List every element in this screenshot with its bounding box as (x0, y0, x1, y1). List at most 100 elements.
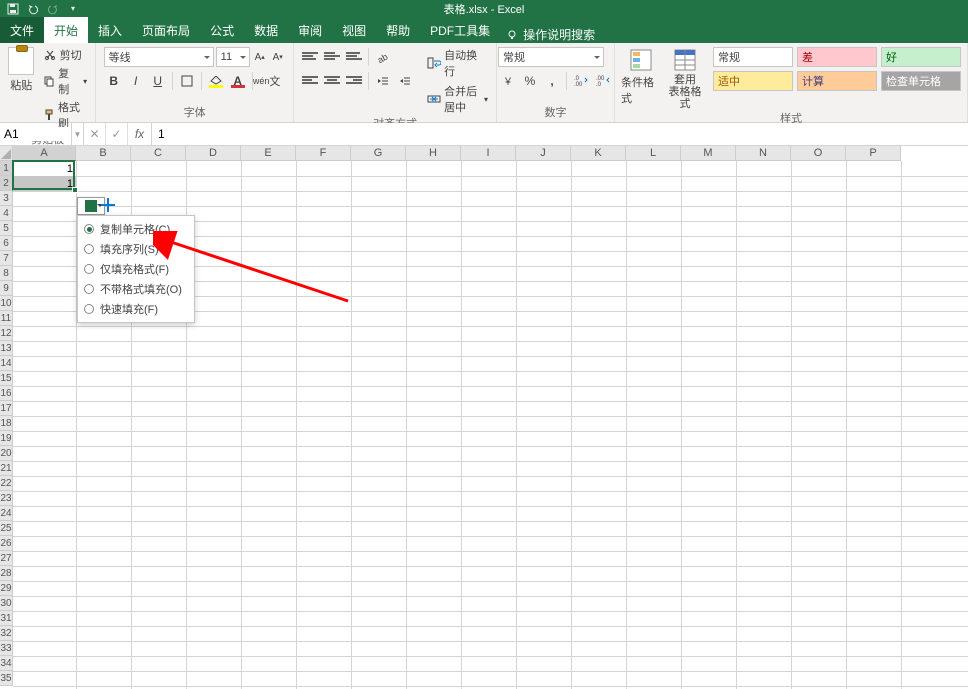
column-header[interactable]: L (626, 146, 681, 161)
tab-help[interactable]: 帮助 (376, 17, 420, 43)
number-format-dropdown[interactable]: 常规 (498, 47, 604, 67)
column-header[interactable]: D (186, 146, 241, 161)
merge-center-button[interactable]: 合并后居中▾ (425, 83, 490, 115)
increase-decimal-button[interactable]: .0.00 (571, 71, 591, 91)
row-header[interactable]: 13 (0, 341, 13, 356)
row-header[interactable]: 10 (0, 296, 13, 311)
conditional-format-button[interactable]: 条件格式 (621, 47, 661, 106)
column-header[interactable]: M (681, 146, 736, 161)
tab-formulas[interactable]: 公式 (200, 17, 244, 43)
name-box-input[interactable] (0, 127, 71, 141)
align-middle-button[interactable] (322, 47, 342, 67)
font-size-dropdown[interactable]: 11 (216, 47, 250, 67)
cell-styles-gallery[interactable]: 常规 差 好 适中 计算 检查单元格 (713, 47, 961, 91)
column-header[interactable]: C (131, 146, 186, 161)
orientation-button[interactable]: ab (373, 47, 393, 67)
row-header[interactable]: 3 (0, 191, 13, 206)
row-header[interactable]: 7 (0, 251, 13, 266)
decrease-decimal-button[interactable]: .00.0 (593, 71, 613, 91)
column-header[interactable]: I (461, 146, 516, 161)
column-header[interactable]: N (736, 146, 791, 161)
row-header[interactable]: 15 (0, 371, 13, 386)
row-header[interactable]: 33 (0, 641, 13, 656)
style-bad[interactable]: 差 (797, 47, 877, 67)
tab-file[interactable]: 文件 (0, 17, 44, 43)
row-header[interactable]: 32 (0, 626, 13, 641)
style-good[interactable]: 好 (881, 47, 961, 67)
accounting-format-button[interactable]: ￥ (498, 71, 518, 91)
border-button[interactable] (177, 71, 197, 91)
copy-button[interactable]: 复制▾ (41, 65, 90, 97)
row-header[interactable]: 21 (0, 461, 13, 476)
fx-icon[interactable]: fx (128, 123, 152, 145)
row-header[interactable]: 27 (0, 551, 13, 566)
decrease-indent-button[interactable] (373, 71, 393, 91)
row-header[interactable]: 19 (0, 431, 13, 446)
tab-pdf-tools[interactable]: PDF工具集 (420, 17, 500, 43)
row-header[interactable]: 8 (0, 266, 13, 281)
row-header[interactable]: 16 (0, 386, 13, 401)
select-all-corner[interactable] (0, 146, 13, 161)
autofill-fill-format-only[interactable]: 仅填充格式(F) (78, 259, 194, 279)
column-header[interactable]: G (351, 146, 406, 161)
phonetic-button[interactable]: wén文 (257, 71, 277, 91)
formula-input[interactable] (152, 123, 968, 145)
style-neutral[interactable]: 适中 (713, 71, 793, 91)
percent-button[interactable]: % (520, 71, 540, 91)
align-bottom-button[interactable] (344, 47, 364, 67)
row-header[interactable]: 24 (0, 506, 13, 521)
name-box[interactable] (0, 123, 72, 145)
format-as-table-button[interactable]: 套用 表格格式 (665, 47, 705, 110)
tab-page-layout[interactable]: 页面布局 (132, 17, 200, 43)
wrap-text-button[interactable]: 自动换行 (425, 47, 490, 79)
row-header[interactable]: 28 (0, 566, 13, 581)
row-header[interactable]: 12 (0, 326, 13, 341)
autofill-fill-series[interactable]: 填充序列(S) (78, 239, 194, 259)
fill-color-button[interactable] (206, 71, 226, 91)
row-header[interactable]: 20 (0, 446, 13, 461)
cell-A2[interactable]: 1 (13, 176, 76, 191)
align-center-button[interactable] (322, 71, 342, 91)
undo-icon[interactable] (26, 2, 40, 16)
align-top-button[interactable] (300, 47, 320, 67)
font-name-dropdown[interactable]: 等线 (104, 47, 214, 67)
style-normal[interactable]: 常规 (713, 47, 793, 67)
name-box-dropdown[interactable]: ▼ (72, 123, 84, 145)
redo-icon[interactable] (46, 2, 60, 16)
row-header[interactable]: 23 (0, 491, 13, 506)
row-header[interactable]: 34 (0, 656, 13, 671)
row-header[interactable]: 5 (0, 221, 13, 236)
underline-button[interactable]: U (148, 71, 168, 91)
row-header[interactable]: 17 (0, 401, 13, 416)
font-color-button[interactable]: A (228, 71, 248, 91)
row-header[interactable]: 35 (0, 671, 13, 686)
italic-button[interactable]: I (126, 71, 146, 91)
column-header[interactable]: J (516, 146, 571, 161)
increase-font-button[interactable]: A▴ (252, 47, 268, 67)
align-right-button[interactable] (344, 71, 364, 91)
row-header[interactable]: 6 (0, 236, 13, 251)
increase-indent-button[interactable] (395, 71, 415, 91)
qat-customize-icon[interactable]: ▾ (66, 2, 80, 16)
paste-button[interactable]: 粘贴 (6, 47, 37, 93)
column-header[interactable]: O (791, 146, 846, 161)
tab-insert[interactable]: 插入 (88, 17, 132, 43)
bold-button[interactable]: B (104, 71, 124, 91)
tab-home[interactable]: 开始 (44, 17, 88, 43)
spreadsheet-grid[interactable]: ABCDEFGHIJKLMNOP 12345678910111213141516… (0, 146, 968, 689)
column-header[interactable]: K (571, 146, 626, 161)
autofill-fill-without-format[interactable]: 不带格式填充(O) (78, 279, 194, 299)
column-header[interactable]: B (76, 146, 131, 161)
row-header[interactable]: 22 (0, 476, 13, 491)
autofill-flash-fill[interactable]: 快速填充(F) (78, 299, 194, 319)
row-header[interactable]: 14 (0, 356, 13, 371)
row-header[interactable]: 4 (0, 206, 13, 221)
cells-area[interactable]: 1 1 复制单元格(C) 填充序列(S) 仅填充格式(F) (13, 161, 968, 689)
row-header[interactable]: 25 (0, 521, 13, 536)
tab-view[interactable]: 视图 (332, 17, 376, 43)
save-icon[interactable] (6, 2, 20, 16)
style-calc[interactable]: 计算 (797, 71, 877, 91)
cell-A1[interactable]: 1 (13, 161, 76, 176)
row-header[interactable]: 30 (0, 596, 13, 611)
row-header[interactable]: 18 (0, 416, 13, 431)
